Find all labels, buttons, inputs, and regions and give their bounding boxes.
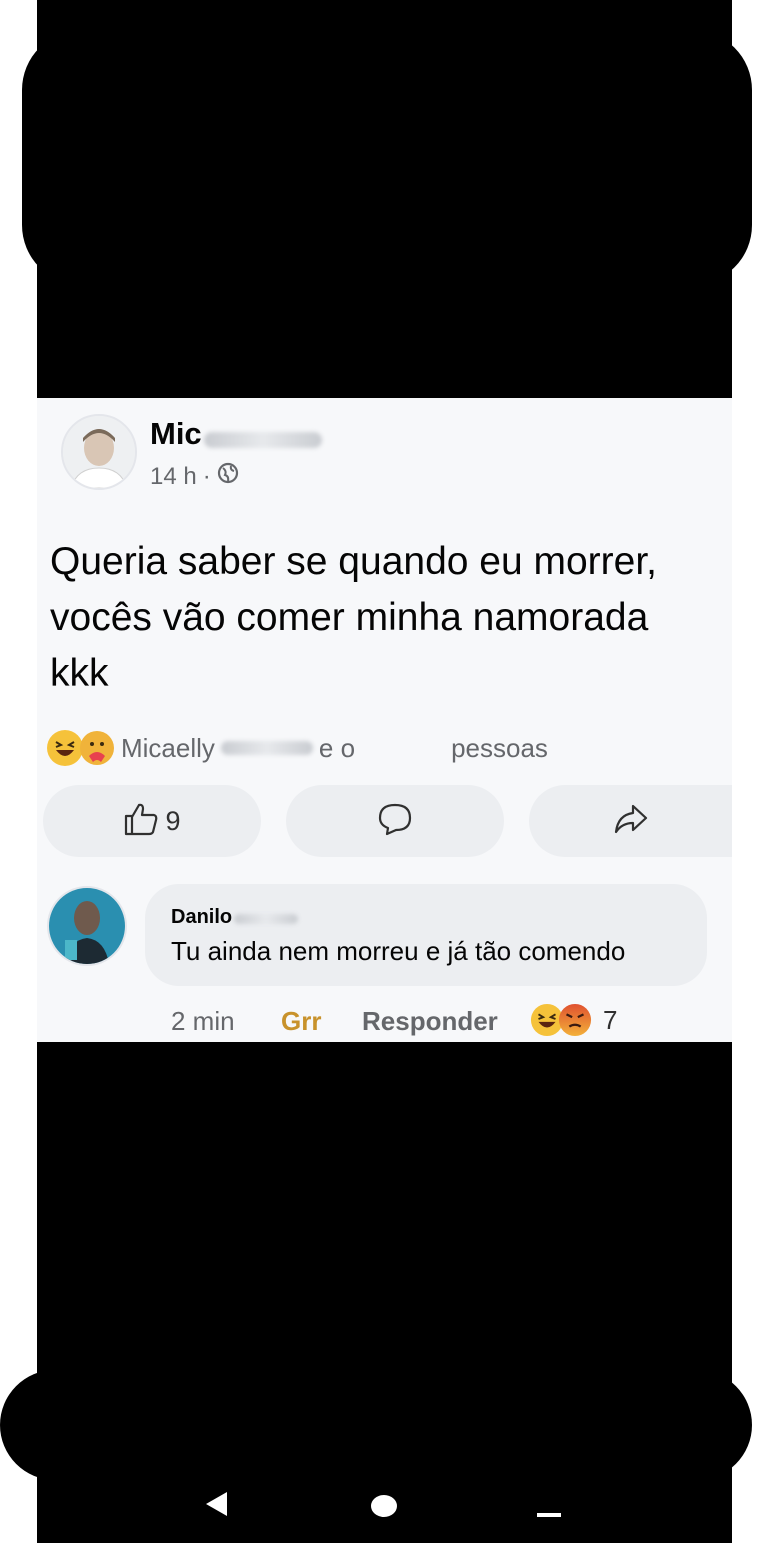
redaction-scribble-top <box>22 30 752 285</box>
post-time[interactable]: 14 h <box>150 463 197 491</box>
comment-icon <box>377 801 413 842</box>
commenter-name[interactable]: Danilo <box>171 906 232 928</box>
comment-time: 2 min <box>171 1006 235 1036</box>
like-count: 9 <box>165 805 181 836</box>
back-nav-icon[interactable] <box>203 1490 229 1523</box>
comment-button[interactable] <box>286 785 504 857</box>
post-text-line: Queria saber se quando eu morrer, <box>50 540 658 583</box>
comment-text: Tu ainda nem morreu e já tão comendo <box>171 936 626 966</box>
post-card: Mic 14 h · Queria saber se quando eu mor… <box>37 398 732 1042</box>
author-name-row: Mic <box>150 416 322 452</box>
post-text-line: kkk <box>50 652 109 695</box>
navigation-bar <box>37 1460 732 1543</box>
comment-reactions[interactable]: 7 <box>529 1002 617 1038</box>
commenter-name-redacted <box>234 913 299 924</box>
reaction-first-name: Micaelly <box>121 732 215 763</box>
like-icon <box>123 802 159 841</box>
meta-separator: · <box>202 462 211 490</box>
reactions-summary[interactable]: Micaelly e o pessoas <box>47 730 548 766</box>
reply-button[interactable]: Responder <box>362 1006 498 1037</box>
comment-reaction-count: 7 <box>603 1004 618 1035</box>
author-name-redacted <box>203 431 322 448</box>
reaction-suffix: pessoas <box>451 732 548 763</box>
reaction-name-redacted <box>220 741 313 755</box>
laugh-emoji-icon <box>47 730 83 766</box>
comment-reaction-label[interactable]: Grr <box>281 1006 321 1037</box>
share-button[interactable] <box>529 785 732 857</box>
post-meta: 14 h · <box>150 462 239 491</box>
commenter-name-row: Danilo <box>171 906 299 929</box>
recents-nav-icon[interactable] <box>537 1508 563 1526</box>
comment-bubble: Danilo Tu ainda nem morreu e já tão come… <box>145 884 707 986</box>
post-text: Queria saber se quando eu morrer, vocês … <box>50 534 732 702</box>
author-name[interactable]: Mic <box>150 416 202 451</box>
care-emoji-icon <box>79 730 115 766</box>
post-text-line: vocês vão comer minha namorada <box>50 596 649 639</box>
commenter-avatar[interactable] <box>47 886 127 966</box>
globe-icon <box>217 462 239 491</box>
home-nav-icon[interactable] <box>370 1492 398 1523</box>
like-button[interactable]: 9 <box>43 785 261 857</box>
share-icon <box>613 803 649 840</box>
reaction-connector: e o <box>318 732 356 763</box>
angry-emoji-icon <box>557 1002 593 1038</box>
author-avatar[interactable] <box>61 414 137 490</box>
